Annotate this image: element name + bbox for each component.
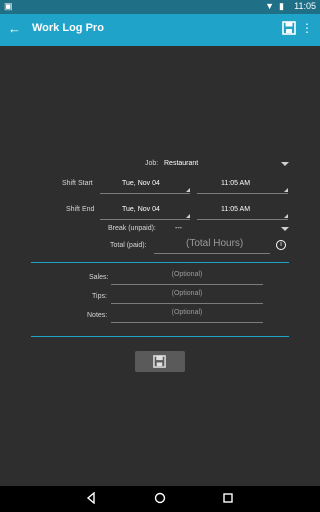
break-dropdown-icon[interactable] — [281, 227, 289, 231]
tips-input[interactable]: (Optional) — [111, 290, 263, 297]
shift-start-date-underline — [100, 193, 190, 194]
shift-end-time-corner-icon — [284, 214, 288, 218]
total-hours-field: (Total Hours) — [186, 238, 244, 249]
section-divider-top — [31, 262, 289, 263]
arrow-back-icon[interactable]: ← — [8, 21, 21, 36]
save-button[interactable] — [135, 351, 185, 372]
section-divider-bottom — [31, 336, 289, 337]
sales-underline — [111, 284, 263, 285]
shift-end-time[interactable]: 11:05 AM — [221, 206, 250, 213]
battery-icon: ▮ — [279, 1, 284, 11]
navigation-bar — [0, 486, 320, 512]
total-label: Total (paid): — [110, 242, 147, 249]
save-icon — [153, 355, 166, 368]
shift-start-date-corner-icon — [186, 188, 190, 192]
shift-start-time[interactable]: 11:05 AM — [221, 180, 250, 187]
more-vert-icon[interactable]: ⋮ — [301, 21, 313, 35]
job-label: Job: — [145, 160, 159, 167]
shift-end-date[interactable]: Tue, Nov 04 — [122, 206, 160, 213]
status-time: 11:05 — [294, 1, 316, 11]
job-select-value[interactable]: Restaurant — [164, 160, 198, 167]
notes-label: Notes: — [87, 312, 108, 319]
job-dropdown-icon[interactable] — [281, 162, 289, 166]
shift-start-time-corner-icon — [284, 188, 288, 192]
shift-end-date-corner-icon — [186, 214, 190, 218]
sales-label: Sales: — [89, 274, 109, 281]
app-title: Work Log Pro — [32, 22, 104, 34]
tips-label: Tips: — [92, 293, 107, 300]
tips-underline — [111, 303, 263, 304]
shift-end-label: Shift End — [66, 206, 95, 213]
shift-end-time-underline — [197, 219, 288, 220]
notes-input[interactable]: (Optional) — [111, 309, 263, 316]
app-bar: ← Work Log Pro ⋮ — [0, 14, 320, 46]
sales-input[interactable]: (Optional) — [111, 271, 263, 278]
break-select-value[interactable]: --- — [175, 225, 182, 232]
save-icon[interactable] — [282, 21, 296, 35]
total-hours-underline — [154, 253, 270, 254]
shift-start-label: Shift Start — [62, 180, 93, 187]
nav-recent-icon[interactable] — [222, 492, 234, 504]
wifi-icon: ▼ — [265, 1, 274, 11]
notes-underline — [111, 322, 263, 323]
gallery-icon: ▣ — [4, 1, 13, 11]
status-bar: ▣ ▼ ▮ 11:05 — [0, 0, 320, 14]
info-icon[interactable]: i — [276, 240, 286, 250]
shift-end-date-underline — [100, 219, 190, 220]
shift-start-date[interactable]: Tue, Nov 04 — [122, 180, 160, 187]
nav-home-icon[interactable] — [154, 492, 166, 504]
shift-start-time-underline — [197, 193, 288, 194]
break-label: Break (unpaid): — [108, 225, 156, 232]
nav-back-icon[interactable] — [85, 492, 97, 504]
